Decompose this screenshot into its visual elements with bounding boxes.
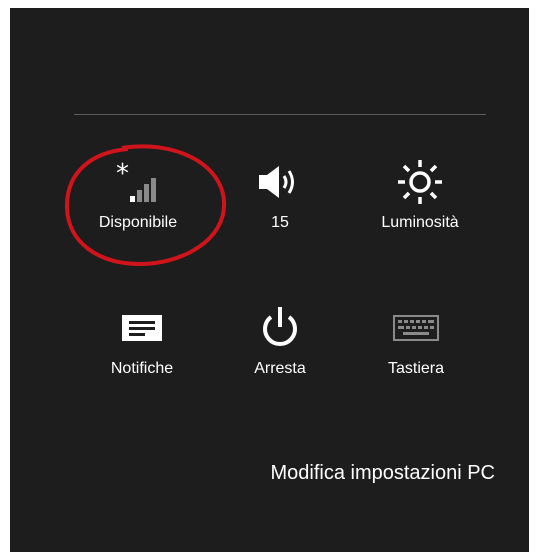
notifications-label: Notifiche <box>110 360 174 377</box>
volume-label: 15 <box>271 214 289 231</box>
power-tile[interactable]: Arresta <box>220 300 340 378</box>
keyboard-tile[interactable]: Tastiera <box>356 300 476 378</box>
power-label: Arresta <box>254 360 306 377</box>
network-label: Disponibile <box>98 214 178 231</box>
change-pc-settings-link[interactable]: Modifica impostazioni PC <box>270 462 495 485</box>
volume-tile[interactable]: 15 <box>220 154 340 232</box>
keyboard-icon <box>356 300 476 356</box>
svg-text:*: * <box>116 160 129 189</box>
brightness-tile[interactable]: Luminosità <box>360 154 480 232</box>
brightness-icon <box>360 154 480 210</box>
power-icon <box>220 300 340 356</box>
brightness-label: Luminosità <box>381 214 459 231</box>
network-available-icon: * <box>78 154 198 210</box>
top-divider <box>74 114 486 115</box>
keyboard-label: Tastiera <box>387 360 445 377</box>
notifications-tile[interactable]: Notifiche <box>82 300 202 378</box>
notifications-icon <box>82 300 202 356</box>
settings-charm-panel: * Disponibile 15 Luminosità Notifiche Ar… <box>10 8 529 552</box>
volume-icon <box>220 154 340 210</box>
network-tile[interactable]: * Disponibile <box>78 154 198 232</box>
